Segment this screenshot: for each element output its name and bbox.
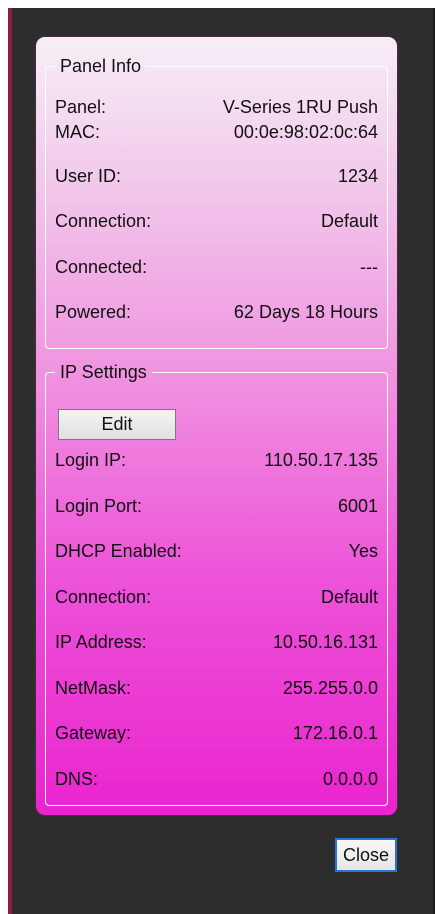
ip-settings-group: IP Settings Edit Login IP: 110.50.17.135… <box>45 363 388 806</box>
info-panel: Panel Info Panel: V-Series 1RU Push MAC:… <box>36 37 397 815</box>
connection-row: Connection: Default <box>55 209 378 233</box>
user-id-label: User ID: <box>55 166 122 186</box>
panel-row: Panel: V-Series 1RU Push <box>55 95 378 119</box>
ip-connection-row: Connection: Default <box>55 585 378 609</box>
gateway-row: Gateway: 172.16.0.1 <box>55 721 378 745</box>
powered-value: 62 Days 18 Hours <box>233 302 378 322</box>
dns-value: 0.0.0.0 <box>322 769 378 789</box>
gateway-value: 172.16.0.1 <box>292 723 378 743</box>
panel-value: V-Series 1RU Push <box>222 97 378 117</box>
login-ip-label: Login IP: <box>55 450 127 470</box>
ip-address-value: 10.50.16.131 <box>272 632 378 652</box>
connected-row: Connected: --- <box>55 255 378 279</box>
netmask-value: 255.255.0.0 <box>282 678 378 698</box>
close-button[interactable]: Close <box>335 838 397 872</box>
powered-label: Powered: <box>55 302 132 322</box>
connection-label: Connection: <box>55 211 152 231</box>
netmask-label: NetMask: <box>55 678 132 698</box>
login-ip-row: Login IP: 110.50.17.135 <box>55 448 378 472</box>
dns-label: DNS: <box>55 769 99 789</box>
gateway-label: Gateway: <box>55 723 132 743</box>
edit-button[interactable]: Edit <box>58 409 176 440</box>
connected-label: Connected: <box>55 257 148 277</box>
powered-row: Powered: 62 Days 18 Hours <box>55 300 378 324</box>
ip-settings-legend: IP Settings <box>60 362 147 382</box>
mac-value: 00:0e:98:02:0c:64 <box>233 122 378 142</box>
dhcp-row: DHCP Enabled: Yes <box>55 539 378 563</box>
ip-connection-label: Connection: <box>55 587 152 607</box>
user-id-value: 1234 <box>337 166 378 186</box>
login-port-row: Login Port: 6001 <box>55 494 378 518</box>
ip-connection-value: Default <box>320 587 378 607</box>
mac-row: MAC: 00:0e:98:02:0c:64 <box>55 120 378 144</box>
dhcp-value: Yes <box>348 541 378 561</box>
login-port-label: Login Port: <box>55 496 143 516</box>
user-id-row: User ID: 1234 <box>55 164 378 188</box>
connection-value: Default <box>320 211 378 231</box>
netmask-row: NetMask: 255.255.0.0 <box>55 676 378 700</box>
connected-value: --- <box>360 257 378 277</box>
mac-label: MAC: <box>55 122 100 142</box>
dhcp-label: DHCP Enabled: <box>55 541 182 561</box>
panel-info-group: Panel Info Panel: V-Series 1RU Push MAC:… <box>45 57 388 349</box>
ip-address-row: IP Address: 10.50.16.131 <box>55 630 378 654</box>
login-port-value: 6001 <box>337 496 378 516</box>
panel-label: Panel: <box>55 97 107 117</box>
login-ip-value: 110.50.17.135 <box>264 450 378 470</box>
panel-info-legend: Panel Info <box>60 56 142 76</box>
ip-address-label: IP Address: <box>55 632 147 652</box>
dns-row: DNS: 0.0.0.0 <box>55 767 378 791</box>
